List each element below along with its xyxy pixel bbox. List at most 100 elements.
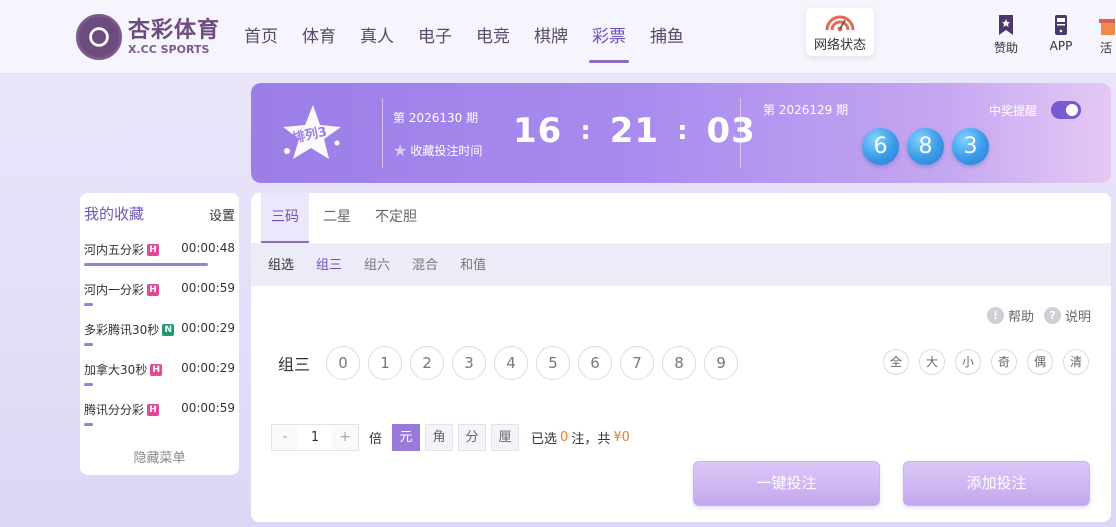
help-button[interactable]: ! 帮助 — [986, 306, 1034, 325]
unit-yuan-button[interactable]: 元 — [392, 424, 421, 451]
quick-even-button[interactable]: 偶 — [1027, 349, 1053, 375]
digit-ball[interactable]: 1 — [368, 346, 402, 380]
nav-lottery[interactable]: 彩票 — [589, 0, 629, 74]
tab-two-star[interactable]: 二星 — [313, 193, 361, 243]
favorite-item[interactable]: 河内五分彩 H 00:00:48 — [84, 241, 235, 275]
favorites-title: 我的收藏 — [84, 205, 145, 223]
activity-button[interactable]: 活 — [1096, 14, 1116, 56]
multiplier-stepper: - 1 + — [271, 424, 359, 451]
multiplier-minus-button[interactable]: - — [272, 425, 298, 450]
favorites-settings-button[interactable]: 设置 — [209, 205, 235, 224]
subtab-group-six[interactable]: 组六 — [364, 243, 390, 286]
favorite-item-name: 河内五分彩 — [84, 243, 145, 257]
subtab-mixed[interactable]: 混合 — [412, 243, 438, 286]
activity-label: 活 — [1099, 41, 1112, 55]
add-bet-button[interactable]: 添加投注 — [903, 461, 1090, 506]
digit-ball[interactable]: 6 — [578, 346, 612, 380]
nav-esports[interactable]: 电竞 — [476, 0, 510, 74]
subtab-group-select[interactable]: 组选 — [268, 243, 294, 286]
favorite-item-progress — [84, 263, 208, 266]
favorite-item[interactable]: 腾讯分分彩 H 00:00:59 — [84, 401, 235, 435]
favorite-item-progress — [84, 343, 94, 346]
nav-home[interactable]: 首页 — [244, 0, 278, 74]
brand-name-cn: 杏彩体育 — [128, 17, 221, 43]
favorite-item[interactable]: 加拿大30秒 H 00:00:29 — [84, 361, 235, 395]
nav-fishing[interactable]: 捕鱼 — [650, 0, 684, 74]
selected-count: 0 — [560, 430, 569, 445]
multiplier-plus-button[interactable]: + — [332, 425, 358, 450]
digit-ball[interactable]: 7 — [620, 346, 654, 380]
network-status-label: 网络状态 — [813, 38, 866, 53]
quick-odd-button[interactable]: 奇 — [991, 349, 1017, 375]
question-icon: ? — [1043, 307, 1061, 324]
current-issue: 第 2026130 期 — [393, 111, 479, 125]
digit-ball[interactable]: 2 — [410, 346, 444, 380]
multiplier-label: 倍 — [369, 432, 383, 447]
nav-live[interactable]: 真人 — [360, 0, 394, 74]
unit-jiao-button[interactable]: 角 — [425, 424, 454, 451]
win-notify-label: 中奖提醒 — [989, 103, 1038, 118]
favorite-item[interactable]: 多彩腾讯30秒 N 00:00:29 — [84, 321, 235, 355]
digit-ball[interactable]: 8 — [662, 346, 696, 380]
quick-clear-button[interactable]: 清 — [1063, 349, 1089, 375]
quick-small-button[interactable]: 小 — [955, 349, 981, 375]
phone-icon — [1055, 15, 1067, 35]
digit-ball[interactable]: 5 — [536, 346, 570, 380]
win-notify-toggle[interactable] — [1051, 101, 1082, 119]
quick-big-button[interactable]: 大 — [919, 349, 945, 375]
favorite-item-progress — [84, 303, 94, 306]
tab-no-fixed[interactable]: 不定胆 — [365, 193, 427, 243]
new-badge: N — [162, 323, 175, 336]
sponsor-button[interactable]: 赞助 — [986, 14, 1026, 56]
quick-bet-button[interactable]: 一键投注 — [693, 461, 880, 506]
bookmark-icon — [999, 15, 1013, 35]
hot-badge: H — [150, 363, 163, 376]
digit-ball[interactable]: 3 — [452, 346, 486, 380]
favorite-item-name: 腾讯分分彩 — [84, 403, 145, 417]
countdown-timer: 16 : 21 : 03 — [513, 111, 756, 151]
digit-ball[interactable]: 4 — [494, 346, 528, 380]
network-signal-icon — [825, 15, 855, 32]
previous-result: 6 8 3 — [862, 128, 997, 165]
network-status-button[interactable]: 网络状态 — [806, 8, 874, 56]
favorite-item[interactable]: 河内一分彩 H 00:00:59 — [84, 281, 235, 315]
hide-menu-button[interactable]: 隐藏菜单 — [80, 447, 239, 466]
hot-badge: H — [147, 403, 160, 416]
countdown-hours: 16 — [513, 111, 563, 151]
favorite-item-name: 河内一分彩 — [84, 283, 145, 297]
result-ball: 6 — [862, 128, 899, 165]
app-button[interactable]: APP — [1041, 14, 1081, 53]
main-nav: 首页 体育 真人 电子 电竞 棋牌 彩票 捕鱼 — [244, 0, 708, 74]
multiplier-input[interactable]: 1 — [298, 425, 332, 450]
bet-summary: 已选 0 注，共 ¥0 — [531, 430, 630, 447]
favorite-item-time: 00:00:59 — [181, 281, 235, 295]
nav-cards[interactable]: 棋牌 — [534, 0, 568, 74]
favorite-bet-time-button[interactable]: ★ 收藏投注时间 — [393, 141, 482, 160]
unit-li-button[interactable]: 厘 — [491, 424, 520, 451]
digit-ball[interactable]: 9 — [704, 346, 738, 380]
digit-ball[interactable]: 0 — [326, 346, 360, 380]
favorite-item-time: 00:00:48 — [181, 241, 235, 255]
nav-sports[interactable]: 体育 — [302, 0, 336, 74]
panda-logo-icon — [76, 14, 122, 60]
total-amount: ¥0 — [613, 430, 630, 445]
betting-panel: 三码 二星 不定胆 组选 组三 组六 混合 和值 ! 帮助 ? 说明 组三 0 1 … — [251, 193, 1111, 522]
lottery-star-logo-icon: 排列3 — [283, 105, 341, 159]
quick-all-button[interactable]: 全 — [883, 349, 909, 375]
favorite-item-time: 00:00:59 — [181, 401, 235, 415]
explain-button[interactable]: ? 说明 — [1043, 306, 1091, 325]
favorite-bet-time-label: 收藏投注时间 — [410, 144, 483, 158]
subtab-sum[interactable]: 和值 — [460, 243, 486, 286]
brand-name-en: X.CC SPORTS — [128, 42, 210, 56]
play-subtabs: 组选 组三 组六 混合 和值 — [268, 243, 508, 286]
brand-logo[interactable]: 杏彩体育 X.CC SPORTS — [76, 14, 220, 60]
countdown-seconds: 03 — [706, 111, 756, 151]
sponsor-label: 赞助 — [993, 41, 1018, 55]
nav-slots[interactable]: 电子 — [418, 0, 452, 74]
unit-fen-button[interactable]: 分 — [458, 424, 487, 451]
countdown-minutes: 21 — [609, 111, 660, 151]
header: 杏彩体育 X.CC SPORTS 首页 体育 真人 电子 电竞 棋牌 彩票 捕鱼… — [0, 0, 1116, 74]
tab-three-code[interactable]: 三码 — [261, 193, 309, 243]
subtab-group-three[interactable]: 组三 — [316, 243, 342, 286]
result-ball: 8 — [907, 128, 944, 165]
